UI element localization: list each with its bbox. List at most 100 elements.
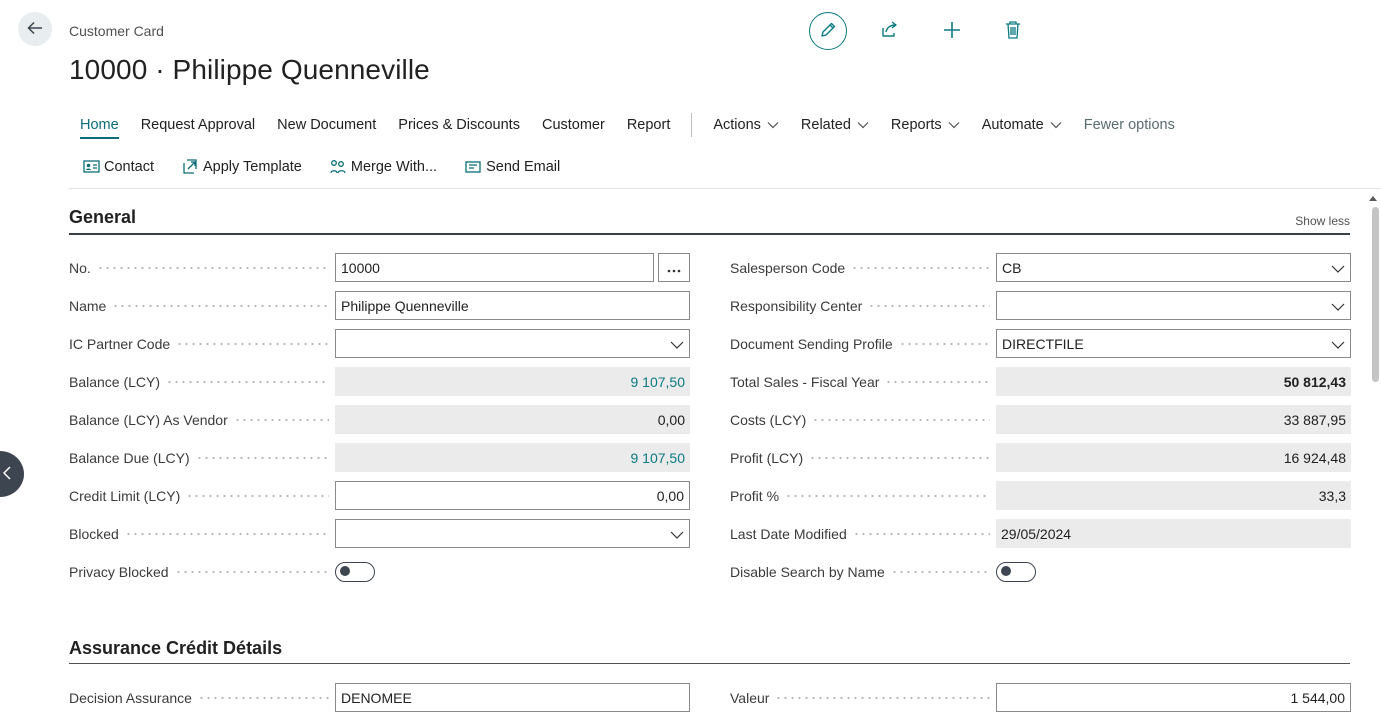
blocked-select[interactable] — [335, 519, 690, 548]
share-button[interactable] — [878, 19, 902, 43]
field-credit-limit: Credit Limit (LCY) 0,00 — [69, 481, 690, 510]
chevron-down-icon — [767, 117, 779, 133]
balance-lcy-value[interactable]: 9 107,50 — [335, 367, 690, 396]
field-label: Disable Search by Name — [730, 563, 885, 580]
new-button[interactable] — [940, 19, 964, 43]
field-label: Blocked — [69, 525, 119, 542]
menu-separator — [691, 113, 693, 137]
general-underline — [69, 233, 1350, 235]
assurance-underline — [69, 663, 1350, 664]
field-label: IC Partner Code — [69, 335, 171, 352]
menu-new-document[interactable]: New Document — [266, 111, 387, 139]
field-label: Document Sending Profile — [730, 335, 893, 352]
menu-actions-label: Actions — [713, 117, 761, 133]
field-label: Last Date Modified — [730, 525, 847, 542]
merge-icon — [329, 158, 347, 176]
chevron-down-icon — [670, 526, 684, 542]
last-date-modified-value: 29/05/2024 — [996, 519, 1351, 548]
disable-search-toggle[interactable] — [996, 561, 1036, 582]
decision-assurance-input[interactable]: DENOMEE — [335, 683, 690, 712]
field-label: Balance Due (LCY) — [69, 449, 190, 466]
valeur-input[interactable]: 1 544,00 — [996, 683, 1351, 712]
breadcrumb: Customer Card — [69, 23, 164, 39]
field-responsibility-center: Responsibility Center — [730, 291, 1351, 320]
send-email-button[interactable]: Send Email — [464, 158, 560, 176]
select-value: DIRECTFILE — [1002, 335, 1084, 352]
chevron-down-icon — [1050, 117, 1062, 133]
assist-edit-button[interactable] — [658, 253, 690, 282]
field-blocked: Blocked — [69, 519, 690, 548]
document-sending-profile-select[interactable]: DIRECTFILE — [996, 329, 1351, 358]
field-name: Name Philippe Quenneville — [69, 291, 690, 320]
field-document-sending-profile: Document Sending Profile DIRECTFILE — [730, 329, 1351, 358]
divider — [69, 188, 1381, 189]
ellipsis-icon — [667, 260, 681, 276]
no-input[interactable]: 10000 — [335, 253, 654, 282]
menu-related-label: Related — [800, 117, 851, 133]
field-valeur: Valeur 1 544,00 — [730, 683, 1351, 712]
profit-value: 16 924,48 — [996, 443, 1351, 472]
select-value: CB — [1002, 259, 1022, 276]
menu-request-approval[interactable]: Request Approval — [130, 111, 266, 139]
fewer-options-button[interactable]: Fewer options — [1073, 111, 1186, 139]
apply-template-icon — [181, 158, 199, 176]
balance-due-value[interactable]: 9 107,50 — [335, 443, 690, 472]
field-profit: Profit (LCY) 16 924,48 — [730, 443, 1351, 472]
contact-label: Contact — [104, 159, 154, 175]
menu-home[interactable]: Home — [69, 111, 130, 139]
expand-panel-button[interactable] — [0, 451, 24, 497]
total-sales-value: 50 812,43 — [996, 367, 1351, 396]
trash-icon — [1004, 20, 1022, 43]
field-profit-percent: Profit % 33,3 — [730, 481, 1351, 510]
contact-card-icon — [82, 158, 100, 176]
menu-customer[interactable]: Customer — [531, 111, 616, 139]
back-button[interactable] — [18, 12, 52, 46]
plus-icon — [942, 20, 962, 43]
field-label: Name — [69, 297, 107, 314]
edit-button[interactable] — [809, 12, 847, 50]
menu-actions[interactable]: Actions — [702, 111, 790, 139]
menu-automate[interactable]: Automate — [971, 111, 1073, 139]
chevron-down-icon — [1331, 260, 1345, 276]
chevron-down-icon — [1331, 336, 1345, 352]
contact-button[interactable]: Contact — [82, 158, 154, 176]
field-label: Costs (LCY) — [730, 411, 807, 428]
page-title: 10000 · Philippe Quenneville — [69, 54, 430, 85]
menu-reports[interactable]: Reports — [880, 111, 971, 139]
field-salesperson-code: Salesperson Code CB — [730, 253, 1351, 282]
credit-limit-input[interactable]: 0,00 — [335, 481, 690, 510]
assurance-header: Assurance Crédit Détails — [69, 638, 1350, 659]
responsibility-center-select[interactable] — [996, 291, 1351, 320]
merge-with-button[interactable]: Merge With... — [329, 158, 437, 176]
field-label: Responsibility Center — [730, 297, 863, 314]
show-less-link[interactable]: Show less — [1295, 214, 1350, 228]
menu-reports-label: Reports — [890, 117, 942, 133]
menu-related[interactable]: Related — [790, 111, 880, 139]
menu-report[interactable]: Report — [616, 111, 682, 139]
general-header: General Show less — [69, 207, 1350, 228]
scrollbar-thumb[interactable] — [1372, 207, 1379, 382]
field-total-sales: Total Sales - Fiscal Year 50 812,43 — [730, 367, 1351, 396]
privacy-blocked-toggle[interactable] — [335, 561, 375, 582]
share-icon — [880, 20, 900, 43]
field-label: Total Sales - Fiscal Year — [730, 373, 880, 390]
field-label: Decision Assurance — [69, 689, 192, 706]
field-balance-as-vendor: Balance (LCY) As Vendor 0,00 — [69, 405, 690, 434]
field-label: Credit Limit (LCY) — [69, 487, 181, 504]
field-ic-partner-code: IC Partner Code — [69, 329, 690, 358]
arrow-left-icon — [26, 19, 44, 40]
field-label: Balance (LCY) — [69, 373, 161, 390]
ic-partner-code-select[interactable] — [335, 329, 690, 358]
chevron-down-icon — [670, 336, 684, 352]
home-actions: Contact Apply Template Merge With... Sen… — [69, 153, 574, 181]
menu-prices-discounts[interactable]: Prices & Discounts — [387, 111, 531, 139]
field-label: Salesperson Code — [730, 259, 846, 276]
name-input[interactable]: Philippe Quenneville — [335, 291, 690, 320]
apply-template-button[interactable]: Apply Template — [181, 158, 302, 176]
scroll-up-icon — [1369, 196, 1377, 201]
salesperson-code-select[interactable]: CB — [996, 253, 1351, 282]
field-balance-due: Balance Due (LCY) 9 107,50 — [69, 443, 690, 472]
field-label: Profit % — [730, 487, 780, 504]
delete-button[interactable] — [1001, 19, 1025, 43]
chevron-down-icon — [1331, 298, 1345, 314]
